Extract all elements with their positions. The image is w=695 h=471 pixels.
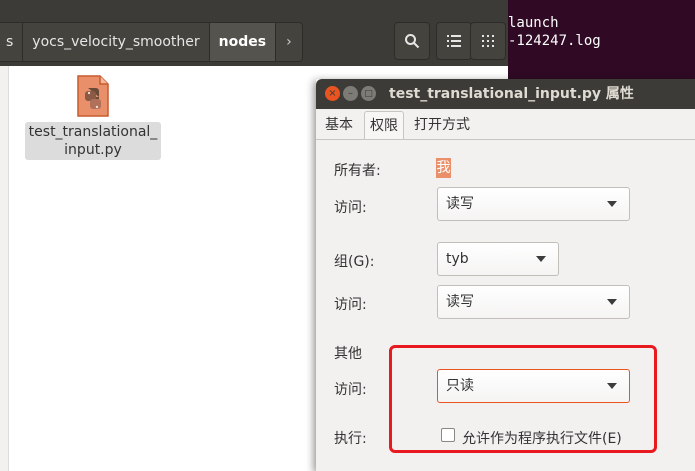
file-name-text: test_translational_ input.py — [28, 124, 158, 158]
breadcrumb: s yocs_velocity_smoother nodes › — [0, 22, 303, 62]
owner-label: 所有者: — [334, 163, 381, 179]
breadcrumb-item-nodes[interactable]: nodes — [209, 23, 277, 61]
tab-permissions[interactable]: 权限 — [364, 111, 404, 139]
maximize-button[interactable]: □ — [361, 86, 376, 101]
others-heading: 其他 — [334, 346, 362, 362]
list-view-button[interactable] — [436, 22, 472, 60]
owner-access-label: 访问: — [334, 200, 367, 216]
minimize-icon: – — [348, 87, 353, 99]
sidebar-edge — [0, 66, 9, 471]
close-icon: × — [328, 87, 337, 99]
chevron-down-icon — [607, 201, 617, 207]
owner-access-value: 读写 — [446, 196, 474, 212]
file-name-label: test_translational_ input.py — [25, 122, 161, 160]
list-view-icon — [447, 35, 461, 47]
owner-value: 我 — [436, 158, 451, 178]
dialog-titlebar[interactable]: × – □ test_translational_input.py 属性 — [316, 79, 695, 109]
others-access-label: 访问: — [334, 382, 367, 398]
file-manager-toolbar: s yocs_velocity_smoother nodes › — [0, 0, 508, 66]
terminal-line: launch — [508, 15, 559, 31]
grid-view-icon — [482, 35, 494, 47]
breadcrumb-item-yocs-velocity-smoother[interactable]: yocs_velocity_smoother — [23, 23, 210, 61]
group-dropdown[interactable]: tyb — [437, 242, 559, 276]
chevron-down-icon — [607, 299, 617, 305]
group-value: tyb — [446, 251, 469, 267]
tab-open-with[interactable]: 打开方式 — [409, 111, 475, 139]
highlight-annotation — [389, 345, 657, 453]
execute-label: 执行: — [334, 431, 367, 447]
breadcrumb-forward-button[interactable]: › — [276, 23, 302, 61]
tab-basic[interactable]: 基本 — [320, 111, 358, 139]
search-icon — [405, 34, 420, 49]
group-access-value: 读写 — [446, 294, 474, 310]
breadcrumb-item-parent[interactable]: s — [0, 23, 24, 61]
search-button[interactable] — [394, 22, 430, 60]
file-item-test-translational-input[interactable]: test_translational_ input.py — [25, 72, 161, 160]
group-label: 组(G): — [334, 254, 375, 270]
maximize-icon: □ — [364, 88, 373, 99]
dialog-title: test_translational_input.py 属性 — [389, 86, 634, 102]
group-access-dropdown[interactable]: 读写 — [437, 285, 630, 319]
python-file-icon — [77, 75, 109, 117]
chevron-down-icon — [536, 256, 546, 262]
terminal-line: -124247.log — [508, 33, 601, 49]
minimize-button[interactable]: – — [343, 86, 358, 101]
owner-access-dropdown[interactable]: 读写 — [437, 187, 630, 221]
tab-bar: 基本 权限 打开方式 — [316, 109, 695, 140]
close-button[interactable]: × — [325, 86, 340, 101]
group-access-label: 访问: — [334, 297, 367, 313]
grid-view-button[interactable] — [470, 22, 506, 60]
